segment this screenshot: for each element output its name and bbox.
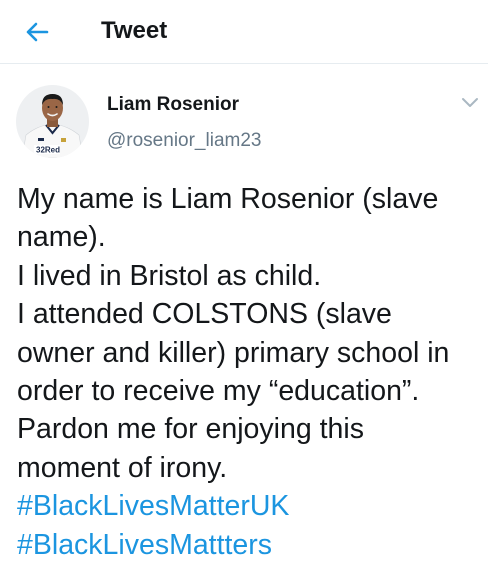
back-button[interactable]: [22, 17, 52, 47]
tweet-line: My name is Liam Rosenior (slave: [17, 183, 439, 215]
tweet-author: 32Red Liam Rosenior @rosenior_liam23: [0, 64, 488, 174]
tweet-line: moment of irony.: [17, 451, 228, 484]
chevron-down-icon: [462, 97, 478, 107]
tweet-line: order to receive my “education”.: [17, 375, 420, 408]
author-name[interactable]: Liam Rosenior: [107, 94, 239, 116]
tweet-line: I attended COLSTONS (slave: [17, 298, 392, 331]
avatar[interactable]: 32Red: [16, 85, 89, 158]
tweet-body: My name is Liam Rosenior (slave name). I…: [17, 180, 485, 564]
profile-photo: 32Red: [16, 85, 89, 158]
tweet-line: owner and killer) primary school in: [17, 336, 450, 369]
tweet-line: I lived in Bristol as child.: [17, 259, 322, 292]
avatar-shirt-text: 32Red: [36, 146, 60, 155]
tweet-menu-button[interactable]: [459, 94, 481, 110]
top-bar: Tweet: [0, 0, 488, 64]
author-handle[interactable]: @rosenior_liam23: [107, 130, 261, 152]
arrow-left-icon: [26, 22, 49, 42]
page-title: Tweet: [101, 17, 168, 44]
hashtag-link[interactable]: #BlackLivesMattters: [17, 526, 485, 564]
tweet-line: Pardon me for enjoying this: [17, 413, 364, 446]
tweet-line: name).: [17, 221, 106, 254]
hashtag-link[interactable]: #BlackLivesMatterUK: [17, 487, 485, 525]
